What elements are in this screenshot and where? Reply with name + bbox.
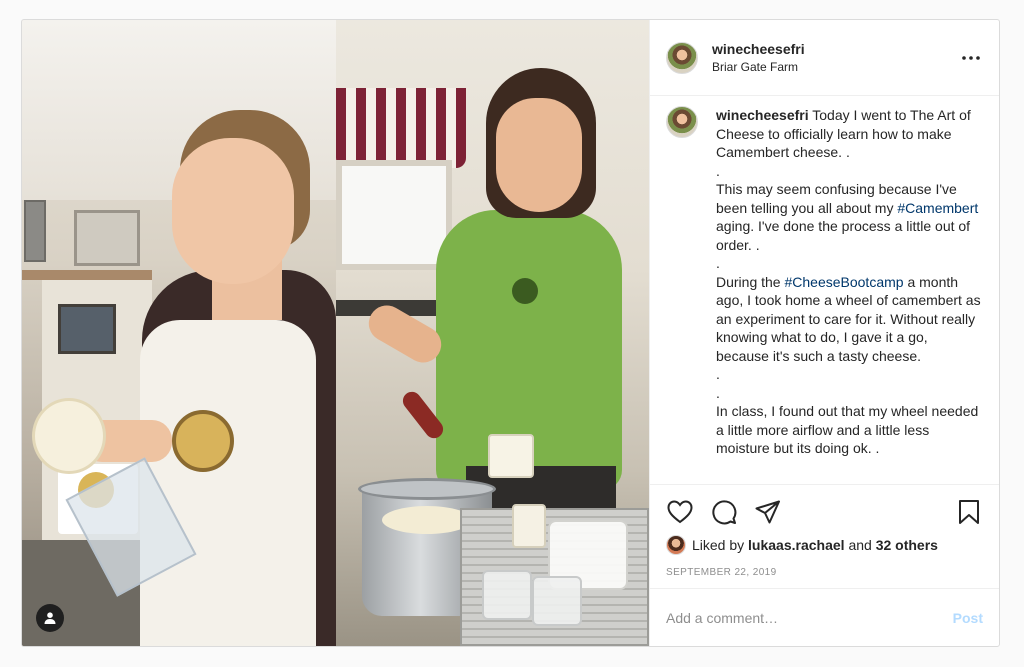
likes-summary: Liked by lukaas.rachael and 32 others: [666, 535, 983, 555]
caption-dot: .: [716, 255, 720, 271]
post-date[interactable]: September 22, 2019: [666, 567, 983, 578]
bookmark-icon[interactable]: [955, 498, 983, 526]
comment-input[interactable]: [666, 609, 953, 626]
liker-username[interactable]: lukaas.rachael: [748, 537, 845, 553]
photo-right-panel: [336, 20, 649, 646]
caption-area: winecheesefri Today I went to The Art of…: [650, 96, 999, 484]
caption-line: During the: [716, 273, 785, 290]
likes-others-link[interactable]: 32 others: [876, 537, 938, 553]
post-comment-button[interactable]: Post: [953, 610, 983, 626]
header-username[interactable]: winecheesefri: [712, 40, 959, 58]
comment-icon[interactable]: [710, 498, 738, 526]
photo-left-panel: [22, 20, 336, 646]
avatar[interactable]: [666, 535, 686, 555]
share-icon[interactable]: [754, 498, 782, 526]
post-side-panel: winecheesefri Briar Gate Farm winecheese…: [649, 20, 999, 646]
caption-dot: .: [716, 366, 720, 382]
caption-line: aging. I've done the process a little ou…: [716, 218, 971, 253]
caption-dot: .: [716, 384, 720, 401]
instagram-post: winecheesefri Briar Gate Farm winecheese…: [21, 19, 1000, 647]
caption-text: winecheesefri Today I went to The Art of…: [716, 106, 983, 484]
caption-line: In class, I found out that my wheel need…: [716, 403, 979, 456]
hashtag-camembert[interactable]: #Camembert: [897, 200, 978, 216]
caption-dot: .: [716, 162, 720, 179]
avatar[interactable]: [666, 106, 698, 138]
user-tag-icon[interactable]: [36, 604, 64, 632]
likes-and: and: [848, 537, 872, 553]
post-photo[interactable]: [22, 20, 649, 646]
caption-username[interactable]: winecheesefri: [716, 107, 809, 123]
comment-row: Post: [650, 588, 999, 646]
hashtag-cheesebootcamp[interactable]: #CheeseBootcamp: [784, 274, 903, 290]
avatar[interactable]: [666, 41, 698, 74]
post-header: winecheesefri Briar Gate Farm: [650, 20, 999, 96]
more-icon[interactable]: [959, 46, 983, 70]
likes-prefix: Liked by: [692, 537, 745, 553]
heart-icon[interactable]: [666, 498, 694, 526]
post-actions: Liked by lukaas.rachael and 32 others Se…: [650, 484, 999, 578]
action-row: [666, 495, 983, 529]
header-location[interactable]: Briar Gate Farm: [712, 59, 959, 75]
